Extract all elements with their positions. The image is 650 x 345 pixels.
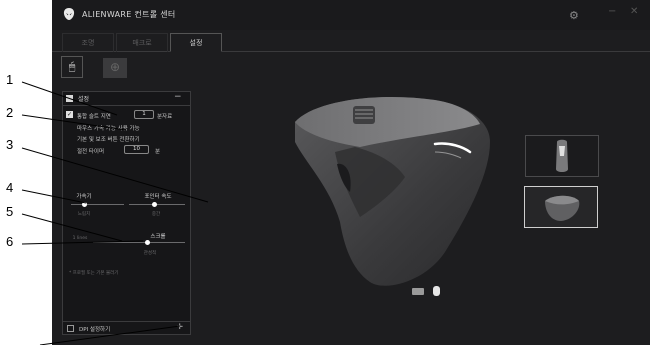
settings-panel-header[interactable]: 설정 − [63, 92, 190, 106]
pointer-speed-value: 중간 [151, 212, 161, 217]
pointer-speed-slider-track[interactable] [129, 204, 185, 205]
mouse-icon: 🖱 [68, 60, 76, 73]
mouse-view-top-thumbnail[interactable] [525, 135, 599, 177]
acceleration-label: 가속기 [76, 194, 92, 200]
collapse-button[interactable]: − [174, 92, 182, 102]
callout-5: 5 [6, 204, 14, 219]
scroll-slider-handle[interactable] [145, 240, 150, 245]
callout-3: 3 [6, 137, 14, 152]
sleep-timeout-checkbox[interactable]: ✓ [66, 111, 73, 118]
dpi-icon [67, 325, 74, 332]
profile-note: * 프로필 또는 기본 불러기 [69, 271, 119, 276]
keyboard-icon[interactable] [412, 288, 424, 295]
dpi-settings-label: DPI 설정하기 [79, 327, 111, 333]
tab-settings[interactable]: 설정 [170, 33, 222, 52]
app-title: ALIENWARE 컨트롤 센터 [82, 10, 176, 19]
idle-timer-unit: 분 [155, 149, 161, 155]
acceleration-slider-handle[interactable] [82, 202, 87, 207]
settings-icon [66, 95, 73, 102]
mouse-icon[interactable] [433, 286, 440, 296]
device-mouse-button[interactable]: 🖱 [61, 56, 83, 78]
device-other-button[interactable]: ⊕ [103, 58, 127, 78]
mouse-image [295, 96, 490, 286]
idle-timer-stepper[interactable]: 10 [124, 145, 149, 154]
scroll-value: 관성적 [143, 251, 157, 256]
scroll-slider-track[interactable] [93, 242, 185, 243]
acceleration-slider-track[interactable] [71, 204, 124, 205]
acceleration-value: 느림치 [77, 212, 91, 217]
screenshot: 1 2 3 4 5 6 ALIENWARE 컨트롤 센터 ⚙ − ✕ 조명 매크… [0, 0, 650, 345]
callout-6: 6 [6, 234, 14, 249]
tab-bar: 조명 매크로 설정 [52, 30, 650, 52]
gear-icon[interactable]: ⚙ [569, 9, 579, 22]
alienware-logo-icon [63, 8, 75, 20]
sleep-timeout-stepper[interactable]: 1 [134, 110, 154, 119]
panel-title: 설정 [78, 96, 90, 103]
app-window: ALIENWARE 컨트롤 센터 ⚙ − ✕ 조명 매크로 설정 🖱 ⊕ 설정 … [52, 0, 650, 345]
callout-1: 1 [6, 72, 14, 87]
pointer-speed-label: 포인터 속도 [144, 194, 172, 200]
close-icon[interactable]: ✕ [630, 6, 638, 17]
settings-panel: 설정 − ✓ 통합 슬트 지연 1 분자료 마우스 가속 가능 사용 가능 기본… [62, 91, 191, 335]
scroll-label: 스크롤 [150, 234, 166, 240]
mouse-view-angle-thumbnail[interactable] [524, 186, 598, 228]
expand-dpi-button[interactable]: + [176, 322, 184, 332]
title-bar: ALIENWARE 컨트롤 센터 ⚙ − ✕ [52, 0, 650, 30]
swap-buttons-option[interactable]: 기본 및 보조 버튼 전환하기 [77, 135, 140, 143]
callout-4: 4 [6, 180, 14, 195]
sleep-timeout-unit: 분자료 [157, 114, 173, 120]
scroll-min-label: 1 lines [72, 236, 88, 241]
sleep-timeout-label: 통합 슬트 지연 [77, 114, 111, 120]
tab-macros[interactable]: 매크로 [116, 33, 168, 52]
pointer-speed-slider-handle[interactable] [152, 202, 157, 207]
callout-2: 2 [6, 105, 14, 120]
mouse-top-view-icon [556, 139, 568, 172]
mouse-angle-view-icon [545, 195, 580, 221]
idle-timer-label: 절전 타이머 [77, 149, 105, 155]
minimize-icon[interactable]: − [608, 6, 616, 17]
dpi-settings-section[interactable]: DPI 설정하기 + [63, 321, 190, 335]
tab-lighting[interactable]: 조명 [62, 33, 114, 52]
crosshair-icon: ⊕ [109, 60, 121, 74]
mouse-acceleration-option[interactable]: 마우스 가속 가능 사용 가능 [77, 124, 140, 132]
